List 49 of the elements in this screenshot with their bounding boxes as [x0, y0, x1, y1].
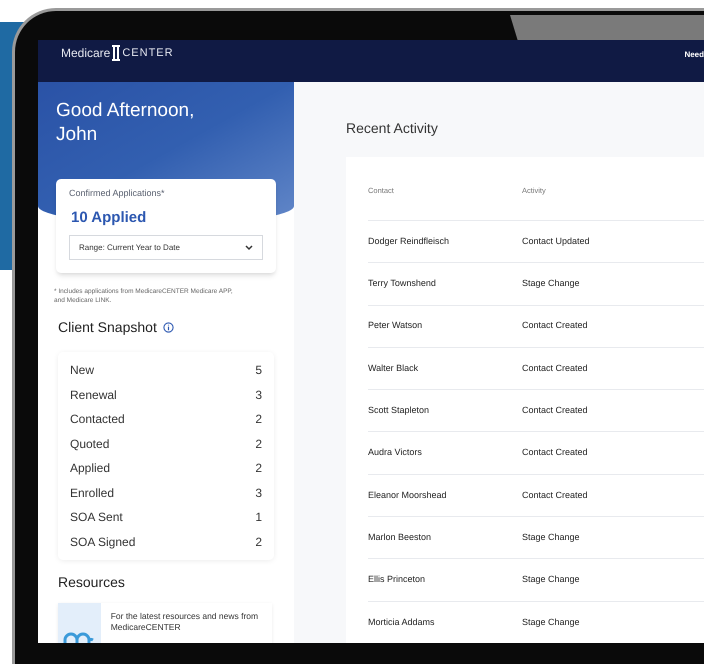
- table-cell-text: Stage Change: [522, 530, 580, 544]
- table-cell-text: Audra Victors: [368, 446, 423, 460]
- status-count: 3: [255, 484, 262, 502]
- table-cell-text: Marlon Beeston: [368, 530, 432, 544]
- table-cell-text: Eleanor Moorshead: [368, 488, 448, 502]
- table-cell-text: Peter Watson: [368, 319, 424, 332]
- status-count: 2: [255, 436, 262, 453]
- section-heading: Recent Activity: [346, 119, 439, 138]
- table-cell-text: Contact Created: [522, 404, 588, 418]
- table-cell-text: Scott Stapleton: [368, 404, 430, 418]
- table-cell-text: Contact Created: [522, 446, 588, 460]
- status-label: Quoted: [70, 436, 110, 453]
- table-cell-text: Contact Created: [522, 488, 588, 502]
- chevron-icon: [245, 244, 253, 250]
- status-count: 5: [255, 362, 262, 380]
- logo-text: Medicare: [61, 45, 110, 62]
- resource-text: For the latest resources and news from MedicareCENTER: [110, 610, 260, 634]
- table-cell-text: Terry Townshend: [368, 277, 437, 290]
- status-label: Renewal: [70, 386, 117, 404]
- status-count: 2: [255, 534, 262, 551]
- status-count: 1: [255, 509, 262, 526]
- info-icon[interactable]: [162, 322, 174, 333]
- status-label: Enrolled: [70, 484, 114, 502]
- status-label: Contacted: [70, 411, 125, 428]
- status-count: 2: [255, 460, 262, 478]
- table-cell-text: Stage Change: [522, 277, 580, 290]
- status-count: 2: [255, 411, 262, 428]
- applied-count: 10 Applied: [71, 208, 148, 228]
- table-cell-text: Contact Created: [522, 319, 588, 332]
- status-label: SOA Sent: [70, 509, 123, 526]
- table-cell-text: Stage Change: [522, 616, 580, 629]
- header-link[interactable]: Need: [684, 49, 704, 61]
- logo-text: CENTER: [122, 46, 174, 61]
- card-label: Confirmed Applications*: [69, 187, 166, 200]
- status-label: SOA Signed: [70, 534, 136, 551]
- status-label: Applied: [70, 460, 110, 478]
- section-heading: Client Snapshot: [58, 318, 157, 337]
- table-cell-text: Morticia Addams: [368, 616, 436, 629]
- table-cell-text: Stage Change: [522, 573, 580, 586]
- table-cell-text: Dodger Reindfleisch: [368, 234, 450, 248]
- greeting-heading: Good Afternoon, John: [56, 99, 196, 147]
- status-count: 3: [255, 386, 262, 404]
- status-label: New: [70, 362, 94, 380]
- section-heading: Resources: [58, 573, 126, 592]
- range-dropdown[interactable]: Range: Current Year to Date: [69, 235, 263, 260]
- table-cell-text: Walter Black: [368, 362, 420, 375]
- table-cell-text: Contact Created: [522, 362, 588, 375]
- table-cell-text: Ellis Princeton: [368, 573, 426, 586]
- table-cell-text: Contact Updated: [522, 234, 590, 248]
